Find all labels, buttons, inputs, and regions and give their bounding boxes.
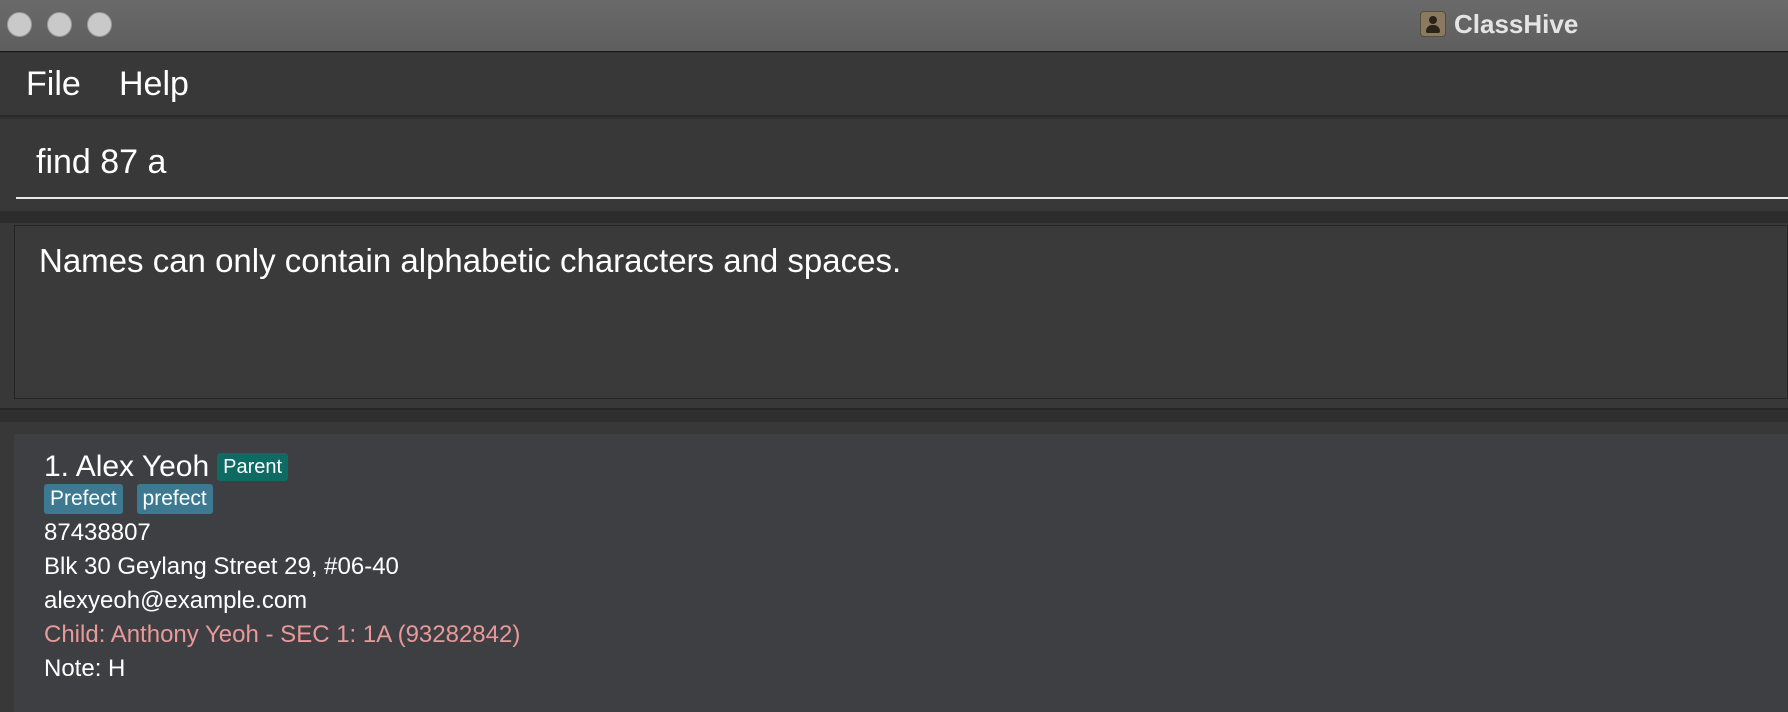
person-address: Blk 30 Geylang Street 29, #06-40 xyxy=(44,553,399,580)
zoom-window-button[interactable] xyxy=(87,12,112,37)
person-list: 1. Alex Yeoh Parent Prefect prefect 8743… xyxy=(0,422,1788,712)
person-child: Child: Anthony Yeoh - SEC 1: 1A (9328284… xyxy=(44,621,521,648)
menu-help[interactable]: Help xyxy=(119,63,189,105)
title-bar: ClassHive xyxy=(0,0,1788,52)
split-divider-lower[interactable] xyxy=(0,408,1788,422)
tag-badge: prefect xyxy=(136,484,213,514)
minimize-window-button[interactable] xyxy=(47,12,72,37)
result-display-area: Names can only contain alphabetic charac… xyxy=(0,223,1788,408)
tag-list: Prefect prefect xyxy=(44,484,227,514)
person-email: alexyeoh@example.com xyxy=(44,587,308,614)
window-title-group: ClassHive xyxy=(1420,8,1578,40)
person-phone: 87438807 xyxy=(44,519,151,546)
command-input[interactable] xyxy=(16,127,1788,199)
person-card[interactable]: 1. Alex Yeoh Parent Prefect prefect 8743… xyxy=(14,434,1788,712)
menu-file[interactable]: File xyxy=(26,63,81,105)
person-name-row: 1. Alex Yeoh Parent xyxy=(44,448,289,486)
tag-badge: Prefect xyxy=(44,484,123,514)
window-title: ClassHive xyxy=(1454,8,1579,39)
split-divider[interactable] xyxy=(0,211,1788,223)
result-display[interactable]: Names can only contain alphabetic charac… xyxy=(14,225,1788,399)
contact-card-icon xyxy=(1420,11,1446,37)
menu-bar: File Help xyxy=(0,53,1788,117)
result-message: Names can only contain alphabetic charac… xyxy=(39,242,902,279)
person-note: Note: H xyxy=(44,655,126,682)
command-box xyxy=(0,119,1788,211)
person-name: 1. Alex Yeoh xyxy=(44,450,210,483)
close-window-button[interactable] xyxy=(7,12,32,37)
role-badge: Parent xyxy=(217,453,289,481)
